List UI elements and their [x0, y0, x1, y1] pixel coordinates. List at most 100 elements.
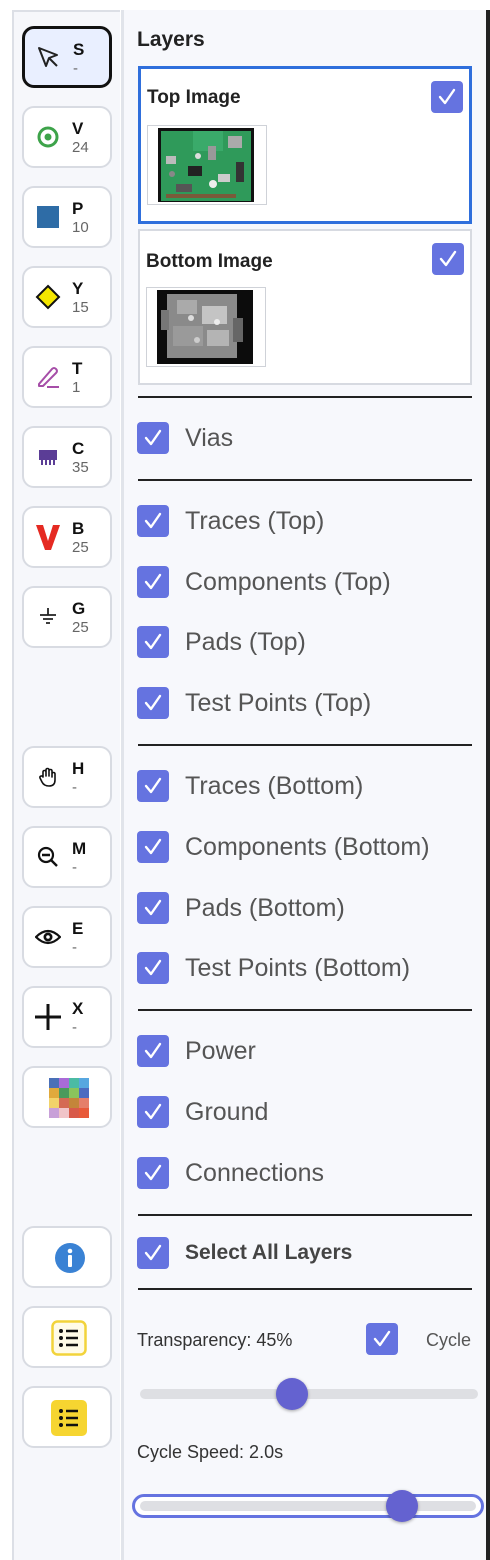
checkmark-icon: [144, 777, 162, 794]
tool-count: 10: [72, 219, 89, 236]
top-image-checkbox[interactable]: [431, 81, 463, 113]
layer-toggle-pads-bottom[interactable]: Pads (Bottom): [137, 888, 345, 928]
tool-count: -: [72, 779, 77, 796]
checkmark-icon: [144, 959, 162, 976]
layer-checkbox[interactable]: [137, 1157, 169, 1189]
tool-count: 35: [72, 459, 89, 476]
select-all-layers-toggle[interactable]: Select All Layers: [137, 1233, 352, 1273]
layer-label: Pads (Top): [185, 627, 306, 656]
separator: [138, 744, 472, 746]
power-tool-button[interactable]: B 25: [22, 506, 112, 568]
layer-checkbox[interactable]: [137, 770, 169, 802]
separator: [138, 1009, 472, 1011]
layer-checkbox[interactable]: [137, 566, 169, 598]
layer-label: Power: [185, 1036, 256, 1065]
select-all-checkbox[interactable]: [137, 1237, 169, 1269]
layer-checkbox[interactable]: [137, 831, 169, 863]
pad-tool-button[interactable]: P 10: [22, 186, 112, 248]
via-tool-button[interactable]: V 24: [22, 106, 112, 168]
select-all-label: Select All Layers: [185, 1241, 353, 1264]
layer-toggle-pads-top[interactable]: Pads (Top): [137, 622, 306, 662]
checkmark-icon: [144, 512, 162, 529]
layer-toggle-components-top[interactable]: Components (Top): [137, 562, 391, 602]
zoom-tool-button[interactable]: M -: [22, 826, 112, 888]
tool-key: V: [72, 119, 84, 138]
top-image-card[interactable]: Top Image: [138, 66, 472, 224]
select-tool-button[interactable]: S -: [22, 26, 112, 88]
info-icon: [54, 1242, 86, 1279]
slider-thumb[interactable]: [386, 1490, 418, 1522]
layer-toggle-traces-top[interactable]: Traces (Top): [137, 501, 324, 541]
pad-square-icon: [34, 203, 62, 231]
tool-count: -: [72, 1019, 77, 1036]
layer-checkbox[interactable]: [137, 892, 169, 924]
layer-toggle-test-points-top[interactable]: Test Points (Top): [137, 683, 371, 723]
color-palette-button[interactable]: [22, 1066, 112, 1128]
layer-checkbox[interactable]: [137, 952, 169, 984]
pan-tool-button[interactable]: H -: [22, 746, 112, 808]
component-chip-icon: [34, 443, 62, 471]
layer-label: Ground: [185, 1097, 269, 1126]
checkmark-icon: [144, 838, 162, 855]
tool-count: 1: [72, 379, 81, 396]
layer-checkbox[interactable]: [137, 505, 169, 537]
slider-thumb[interactable]: [276, 1378, 308, 1410]
tool-count: 15: [72, 299, 89, 316]
cycle-speed-label: Cycle Speed: 2.0s: [137, 1442, 284, 1462]
view-tool-button[interactable]: E -: [22, 906, 112, 968]
slider-track: [140, 1389, 478, 1399]
test-point-tool-button[interactable]: Y 15: [22, 266, 112, 328]
checkmark-icon: [144, 1042, 162, 1059]
checkmark-icon: [144, 573, 162, 590]
separator: [138, 1214, 472, 1216]
info-button[interactable]: [22, 1226, 112, 1288]
layer-toggle-test-points-bottom[interactable]: Test Points (Bottom): [137, 948, 410, 988]
tool-sidebar: S - V 24 P 10 Y 15 T 1 C 35 B 25 G 25 H …: [12, 10, 120, 1560]
tool-key: C: [72, 439, 85, 458]
cycle-checkbox[interactable]: [366, 1323, 398, 1355]
list-outline-button[interactable]: [22, 1306, 112, 1368]
layer-checkbox[interactable]: [137, 422, 169, 454]
trace-tool-button[interactable]: T 1: [22, 346, 112, 408]
layer-toggle-power[interactable]: Power: [137, 1031, 256, 1071]
list-filled-button[interactable]: [22, 1386, 112, 1448]
component-tool-button[interactable]: C 35: [22, 426, 112, 488]
layer-checkbox[interactable]: [137, 1035, 169, 1067]
checkmark-icon: [373, 1330, 391, 1347]
eye-icon: [34, 923, 62, 951]
layer-toggle-components-bottom[interactable]: Components (Bottom): [137, 827, 430, 867]
crosshair-tool-button[interactable]: X -: [22, 986, 112, 1048]
power-v-icon: [34, 523, 62, 551]
layer-label: Components (Bottom): [185, 832, 430, 861]
checkmark-icon: [144, 1164, 162, 1181]
cycle-label: Cycle: [426, 1330, 472, 1350]
tool-count: -: [72, 859, 77, 876]
layer-checkbox[interactable]: [137, 1096, 169, 1128]
layer-label: Vias: [185, 423, 234, 452]
layer-label: Traces (Bottom): [185, 771, 364, 800]
layer-label: Test Points (Bottom): [185, 953, 411, 982]
layer-toggle-traces-bottom[interactable]: Traces (Bottom): [137, 766, 363, 806]
checkmark-icon: [438, 88, 456, 105]
panel-title: Layers: [137, 28, 205, 51]
cycle-speed-slider[interactable]: [132, 1486, 484, 1526]
layer-toggle-connections[interactable]: Connections: [137, 1153, 324, 1193]
layer-toggle-vias[interactable]: Vias: [137, 418, 233, 458]
separator: [138, 479, 472, 481]
transparency-label: Transparency: 45%: [137, 1330, 293, 1350]
layer-label: Traces (Top): [185, 506, 325, 535]
layer-toggle-ground[interactable]: Ground: [137, 1092, 268, 1132]
transparency-slider[interactable]: [140, 1374, 478, 1414]
tool-count: -: [73, 60, 78, 77]
layer-checkbox[interactable]: [137, 687, 169, 719]
ground-tool-button[interactable]: G 25: [22, 586, 112, 648]
checkmark-icon: [144, 1103, 162, 1120]
layer-checkbox[interactable]: [137, 626, 169, 658]
bottom-image-checkbox[interactable]: [432, 243, 464, 275]
separator: [138, 1288, 472, 1290]
bottom-image-card[interactable]: Bottom Image: [138, 229, 472, 385]
layer-label: Components (Top): [185, 567, 391, 596]
ground-symbol-icon: [34, 603, 62, 631]
test-point-diamond-icon: [34, 283, 62, 311]
tool-key: P: [72, 199, 84, 218]
